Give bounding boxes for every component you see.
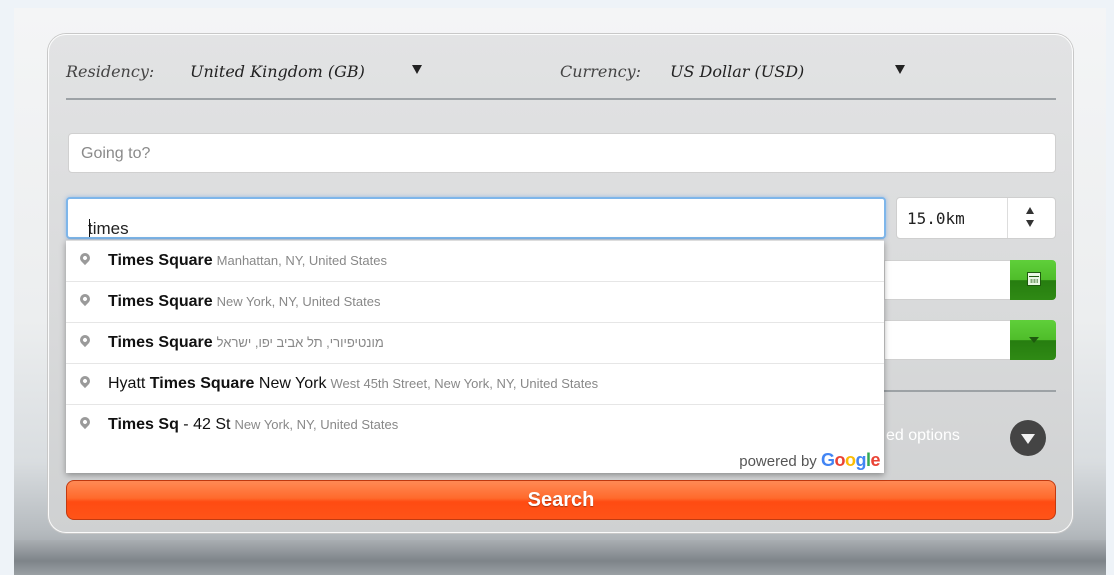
going-to-input[interactable]: Going to? — [68, 133, 1056, 173]
suggestion-item[interactable]: Times Sq - 42 St New York, NY, United Sta… — [66, 405, 884, 473]
suggestion-text: Times Square Manhattan, NY, United States — [108, 252, 387, 269]
advanced-options-link[interactable]: ed options — [886, 427, 960, 445]
map-pin-icon — [77, 414, 93, 430]
map-pin-icon — [77, 332, 93, 348]
decrease-arrow-icon[interactable] — [1026, 220, 1034, 227]
residency-label: Residency: — [66, 62, 155, 81]
currency-select[interactable]: US Dollar (USD) — [670, 62, 804, 81]
suggestion-item[interactable]: Hyatt Times Square New York West 45th Str… — [66, 364, 884, 405]
chevron-down-icon — [1029, 337, 1039, 343]
suggestion-item[interactable]: Times Square מונטיפיורי, תל אביב יפו, ישר… — [66, 323, 884, 364]
currency-dropdown-icon[interactable] — [895, 65, 905, 74]
powered-by-google: powered by Google — [739, 450, 881, 470]
currency-label: Currency: — [560, 62, 642, 81]
suggestion-item[interactable]: Times Square New York, NY, United States — [66, 282, 884, 323]
text-caret — [89, 219, 90, 237]
search-button[interactable]: Search — [66, 480, 1056, 520]
radius-value: 15.0km — [907, 209, 965, 228]
suggestion-text: Times Sq - 42 St New York, NY, United Sta… — [108, 416, 399, 433]
select-dropdown-button[interactable] — [1010, 320, 1056, 360]
map-pin-icon — [77, 250, 93, 266]
google-logo-text: Google — [820, 450, 881, 470]
residency-dropdown-icon[interactable] — [412, 65, 422, 74]
calendar-button[interactable] — [1010, 260, 1056, 300]
background-scenery — [14, 540, 1106, 575]
residency-select[interactable]: United Kingdom (GB) — [190, 62, 365, 81]
suggestion-text: Hyatt Times Square New York West 45th Str… — [108, 375, 599, 392]
options-select[interactable] — [884, 320, 1012, 360]
calendar-icon — [1027, 272, 1041, 286]
increase-arrow-icon[interactable] — [1026, 207, 1034, 214]
advanced-options-toggle[interactable] — [1010, 420, 1046, 456]
map-pin-icon — [77, 373, 93, 389]
date-input[interactable] — [884, 260, 1012, 300]
residency-currency-row: Residency: United Kingdom (GB) Currency:… — [66, 56, 1056, 88]
radius-stepper[interactable]: 15.0km — [896, 197, 1056, 239]
map-pin-icon — [77, 291, 93, 307]
location-search-input[interactable]: times sq — [66, 197, 886, 258]
google-logo: Google — [820, 450, 881, 470]
suggestion-text: Times Square מונטיפיורי, תל אביב יפו, ישר… — [108, 334, 384, 351]
chevron-down-icon — [1021, 434, 1035, 444]
going-to-placeholder: Going to? — [81, 145, 151, 162]
stepper-divider — [1007, 198, 1008, 238]
divider — [66, 98, 1056, 100]
suggestion-item[interactable]: Times Square Manhattan, NY, United States — [66, 241, 884, 282]
autocomplete-dropdown: Times Square Manhattan, NY, United States… — [66, 240, 884, 473]
divider — [884, 390, 1056, 392]
suggestion-text: Times Square New York, NY, United States — [108, 293, 381, 310]
